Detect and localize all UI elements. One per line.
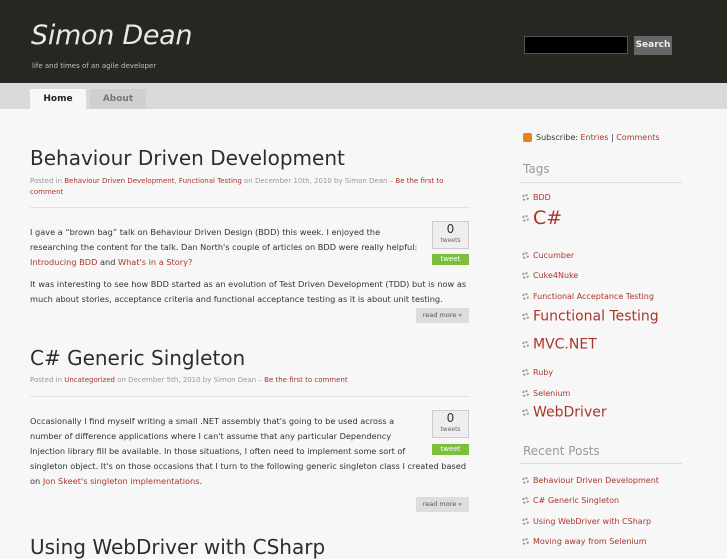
tag-link[interactable]: BDD — [533, 193, 551, 202]
search-input[interactable] — [524, 36, 628, 54]
site-tagline: life and times of an agile developer — [32, 62, 157, 70]
divider — [30, 207, 470, 208]
gear-icon — [522, 538, 529, 545]
jon-skeet-link[interactable]: Jon Skeet's singleton implementations — [43, 476, 200, 486]
tag-item[interactable]: Functional Testing — [522, 306, 659, 325]
recent-post-item[interactable]: Behaviour Driven Development — [522, 470, 659, 489]
tag-link[interactable]: Functional Testing — [533, 309, 659, 325]
divider — [520, 182, 682, 183]
comments-link[interactable]: Be the first to comment — [264, 376, 347, 384]
recent-post-link[interactable]: Using WebDriver with CSharp — [533, 517, 651, 526]
tag-link[interactable]: WebDriver — [533, 405, 607, 421]
tweet-count: 0 — [446, 222, 455, 236]
category-link[interactable]: Functional Testing — [179, 177, 242, 185]
tag-item[interactable]: WebDriver — [522, 402, 607, 421]
tag-item[interactable]: Cuke4Nuke — [522, 265, 578, 284]
post-excerpt: Occasionally I find myself writing a sma… — [30, 416, 467, 486]
category-link[interactable]: Uncategorized — [64, 376, 115, 384]
post-meta: Posted in Uncategorized on December 5th,… — [30, 376, 348, 384]
tag-item[interactable]: C# — [522, 207, 562, 229]
tag-item[interactable]: Functional Acceptance Testing — [522, 286, 654, 305]
subscribe-line: Subscribe: Entries | Comments — [536, 133, 660, 142]
tweet-count-label: tweets — [440, 426, 461, 433]
tag-link[interactable]: Cuke4Nuke — [533, 271, 578, 280]
recent-post-item[interactable]: C# Generic Singleton — [522, 490, 619, 509]
post-excerpt: It was interesting to see how BDD starte… — [30, 279, 467, 304]
recent-post-link[interactable]: C# Generic Singleton — [533, 496, 619, 505]
tag-item[interactable]: Cucumber — [522, 245, 574, 264]
gear-icon — [522, 497, 529, 504]
tag-link[interactable]: Selenium — [533, 389, 570, 398]
tweet-button[interactable]: tweet — [432, 254, 469, 265]
recent-post-link[interactable]: Behaviour Driven Development — [533, 476, 659, 485]
tag-link[interactable]: C# — [533, 207, 562, 229]
divider — [30, 396, 470, 397]
recent-posts-heading: Recent Posts — [523, 444, 600, 458]
posted-in-label: Posted in — [30, 177, 63, 185]
tag-link[interactable]: Cucumber — [533, 251, 574, 260]
tweet-count-label: tweets — [440, 237, 461, 244]
gear-icon — [522, 293, 529, 300]
gear-icon — [522, 272, 529, 279]
recent-post-item[interactable]: Using WebDriver with CSharp — [522, 511, 651, 530]
post-meta: Posted in Behaviour Driven Development, … — [30, 177, 444, 196]
gear-icon — [522, 409, 529, 416]
tweet-count: 0 — [446, 411, 455, 425]
gear-icon — [522, 313, 529, 320]
recent-post-item[interactable]: Moving away from Selenium — [522, 531, 647, 550]
tag-item[interactable]: Selenium — [522, 383, 570, 402]
tweet-counter: 0 tweets — [432, 221, 469, 249]
tweet-button[interactable]: tweet — [432, 444, 469, 455]
tag-item[interactable]: MVC.NET — [522, 334, 597, 353]
entries-feed-link[interactable]: Entries — [581, 133, 609, 142]
post-date: on December 10th, 2010 by Simon Dean – — [244, 177, 394, 185]
divider — [520, 463, 682, 464]
tweet-counter: 0 tweets — [432, 410, 469, 438]
read-more-button[interactable]: read more » — [416, 497, 469, 512]
category-link[interactable]: Behaviour Driven Development — [64, 177, 174, 185]
gear-icon — [522, 390, 529, 397]
gear-icon — [522, 194, 529, 201]
tab-home[interactable]: Home — [30, 89, 86, 109]
tags-heading: Tags — [523, 162, 550, 176]
post-date: on December 5th, 2010 by Simon Dean – — [117, 376, 262, 384]
gear-icon — [522, 252, 529, 259]
tag-link[interactable]: MVC.NET — [533, 337, 597, 353]
whats-in-a-story-link[interactable]: What's in a Story? — [118, 257, 192, 267]
rss-icon[interactable] — [523, 133, 532, 142]
tag-item[interactable]: BDD — [522, 187, 551, 206]
post-title[interactable]: Using WebDriver with CSharp — [30, 535, 325, 559]
post-title[interactable]: Behaviour Driven Development — [30, 146, 345, 170]
gear-icon — [522, 518, 529, 525]
post-excerpt: I gave a “brown bag” talk on Behaviour D… — [30, 227, 418, 267]
tag-item[interactable]: Ruby — [522, 362, 553, 381]
gear-icon — [522, 341, 529, 348]
gear-icon — [522, 369, 529, 376]
tag-link[interactable]: Ruby — [533, 368, 553, 377]
gear-icon — [522, 477, 529, 484]
comments-feed-link[interactable]: Comments — [616, 133, 659, 142]
site-title[interactable]: Simon Dean — [31, 20, 193, 51]
tag-link[interactable]: Functional Acceptance Testing — [533, 292, 654, 301]
read-more-button[interactable]: read more » — [416, 308, 469, 323]
tab-about[interactable]: About — [90, 89, 146, 109]
post-title[interactable]: C# Generic Singleton — [30, 346, 245, 370]
introducing-bdd-link[interactable]: Introducing BDD — [30, 257, 97, 267]
search-button[interactable]: Search — [634, 36, 672, 55]
gear-icon — [522, 214, 529, 222]
